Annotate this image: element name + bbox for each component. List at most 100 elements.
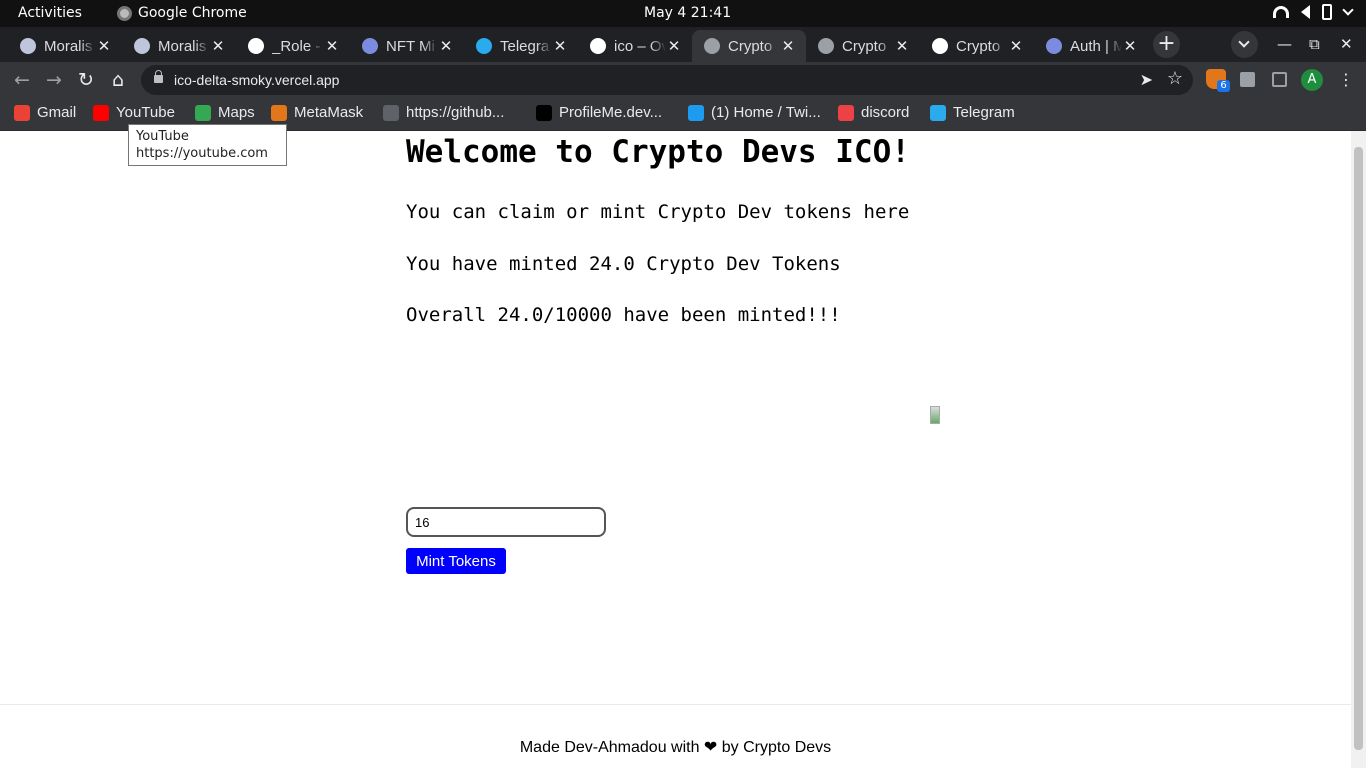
tab-close-icon[interactable]: ✕ (1122, 37, 1138, 55)
token-amount-input[interactable] (406, 507, 606, 537)
browser-tab[interactable]: ico – Ov ✕ (578, 30, 692, 62)
tab-close-icon[interactable]: ✕ (666, 37, 682, 55)
tab-close-icon[interactable]: ✕ (552, 37, 568, 55)
hex-icon (362, 38, 378, 54)
globe-icon (818, 38, 834, 54)
bookmark-item[interactable]: https://github... (383, 104, 504, 121)
vercel-icon (590, 38, 606, 54)
browser-tab[interactable]: Telegra ✕ (464, 30, 578, 62)
tooltip-title: YouTube (136, 129, 189, 144)
lock-icon[interactable] (154, 70, 163, 83)
side-panel-icon[interactable] (1272, 72, 1287, 87)
bookmark-star-icon[interactable]: ☆ (1167, 68, 1183, 89)
tab-close-icon[interactable]: ✕ (1008, 37, 1024, 55)
globe-icon (704, 38, 720, 54)
bookmark-item[interactable]: MetaMask (271, 104, 363, 121)
mint-tokens-button[interactable]: Mint Tokens (406, 548, 506, 574)
bookmark-item[interactable]: Gmail (14, 104, 76, 121)
tab-close-icon[interactable]: ✕ (96, 37, 112, 55)
maximize-button[interactable]: ⧉ (1309, 35, 1320, 53)
telegram-icon (930, 104, 946, 121)
bookmark-item[interactable]: Telegram (930, 104, 1015, 121)
footer-text: Made Dev-Ahmadou with ❤ by Crypto Devs (519, 739, 832, 756)
vertical-scrollbar[interactable] (1351, 131, 1366, 768)
back-button[interactable]: ← (10, 68, 34, 92)
profile-avatar[interactable]: A (1301, 69, 1323, 91)
browser-tab[interactable]: Auth | M ✕ (1034, 30, 1148, 62)
reload-button[interactable]: ↻ (74, 68, 98, 92)
tab-search-button[interactable] (1231, 31, 1258, 58)
bookmark-label: Telegram (953, 104, 1015, 121)
home-button[interactable]: ⌂ (106, 68, 130, 92)
new-tab-button[interactable]: + (1153, 31, 1180, 58)
bookmark-label: ProfileMe.dev... (559, 104, 663, 121)
menu-kebab-icon[interactable]: ⋮ (1338, 70, 1354, 89)
browser-toolbar: ← → ↻ ⌂ ico-delta-smoky.vercel.app ➤ ☆ (0, 62, 1366, 98)
battery-icon (1322, 4, 1332, 20)
footer: Made Dev-Ahmadou with ❤ by Crypto Devs (0, 704, 1351, 768)
page-title: Welcome to Crypto Devs ICO! (406, 134, 910, 170)
tab-close-icon[interactable]: ✕ (324, 37, 340, 55)
bookmark-item[interactable]: ProfileMe.dev... (536, 104, 662, 121)
tab-close-icon[interactable]: ✕ (210, 37, 226, 55)
url-text[interactable]: ico-delta-smoky.vercel.app (174, 72, 339, 88)
tab-title: Telegra (500, 37, 550, 55)
globe-icon (383, 104, 399, 121)
chrome-icon (117, 5, 132, 21)
volume-icon (1301, 5, 1310, 19)
browser-tab[interactable]: _Role - (✕ (236, 30, 350, 62)
page-viewport: Made Dev-Ahmadou with ❤ by Crypto Devs (0, 131, 1351, 768)
chevron-down-icon (1238, 36, 1250, 48)
bookmark-label: (1) Home / Twi... (711, 104, 821, 121)
address-bar[interactable]: ico-delta-smoky.vercel.app ➤ ☆ (141, 65, 1193, 95)
browser-tab[interactable]: NFT Mi ✕ (350, 30, 464, 62)
browser-tab[interactable]: Moralis ✕ (122, 30, 236, 62)
clock[interactable]: May 4 21:41 (644, 5, 731, 21)
bookmark-item[interactable]: (1) Home / Twi... (688, 104, 821, 121)
browser-tab[interactable]: Crypto ✕ (806, 30, 920, 62)
tab-title: ico – Ov (614, 37, 666, 55)
bookmark-item[interactable]: Maps (195, 104, 255, 121)
activities-button[interactable]: Activities (18, 5, 82, 21)
app-name: Google Chrome (138, 5, 247, 21)
close-window-button[interactable]: ✕ (1340, 35, 1353, 53)
bookmark-label: Maps (218, 104, 255, 121)
discord-icon (838, 104, 854, 121)
total-minted-text: Overall 24.0/10000 have been minted!!! (406, 304, 841, 326)
github-icon (248, 38, 264, 54)
tab-title: Moralis (44, 37, 93, 55)
subtitle-text: You can claim or mint Crypto Dev tokens … (406, 201, 910, 223)
browser-tab[interactable]: Crypto ✕ (692, 30, 806, 62)
extensions-puzzle-icon[interactable] (1240, 72, 1255, 87)
bookmark-item[interactable]: discord (838, 104, 909, 121)
tab-close-icon[interactable]: ✕ (438, 37, 454, 55)
tab-title: Moralis (158, 37, 207, 55)
broken-image-icon (930, 406, 940, 424)
maps-icon (195, 104, 211, 121)
twitter-icon (688, 104, 704, 121)
profileme-icon (536, 104, 552, 121)
browser-tab[interactable]: Crypto ✕ (920, 30, 1034, 62)
hex-icon (1046, 38, 1062, 54)
browser-tab[interactable]: Moralis ✕ (8, 30, 122, 62)
scrollbar-thumb[interactable] (1354, 147, 1363, 750)
minted-balance-text: You have minted 24.0 Crypto Dev Tokens (406, 253, 841, 275)
tab-close-icon[interactable]: ✕ (894, 37, 910, 55)
system-tray[interactable] (1273, 4, 1354, 20)
telegram-icon (476, 38, 492, 54)
send-tab-icon[interactable]: ➤ (1140, 70, 1153, 89)
metamask-icon (271, 104, 287, 121)
system-top-bar: Activities Google Chrome May 4 21:41 (0, 0, 1366, 27)
tab-title: _Role - ( (272, 37, 324, 55)
wifi-icon (1273, 6, 1289, 18)
tab-close-icon[interactable]: ✕ (780, 37, 796, 55)
bookmark-item[interactable]: YouTube (93, 104, 175, 121)
tab-title: Crypto (842, 37, 887, 55)
app-menu[interactable]: Google Chrome (117, 5, 247, 21)
tooltip-url: https://youtube.com (136, 146, 268, 161)
forward-button[interactable]: → (42, 68, 66, 92)
minimize-button[interactable]: — (1277, 35, 1292, 53)
tab-title: Crypto (956, 37, 1001, 55)
bookmark-label: YouTube (116, 104, 175, 121)
bookmark-label: Gmail (37, 104, 77, 121)
